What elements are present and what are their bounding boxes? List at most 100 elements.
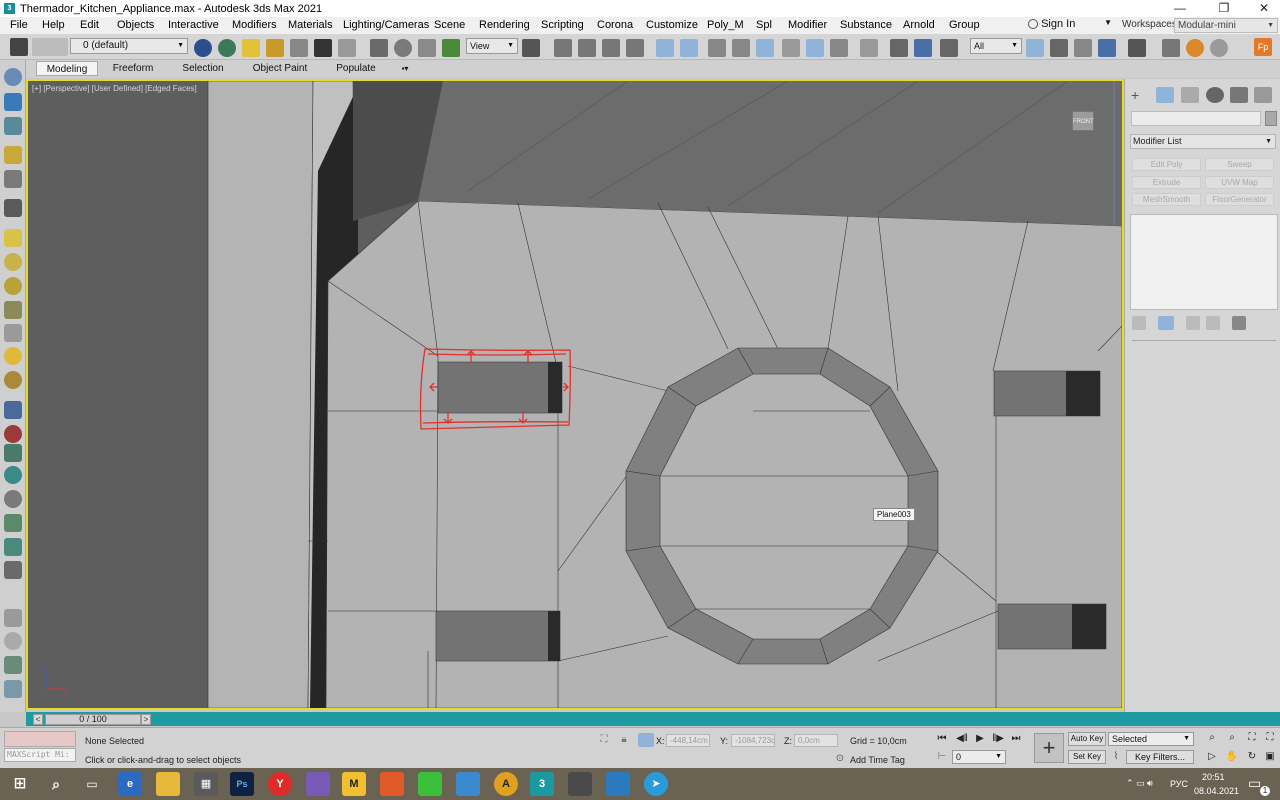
zoom-icon[interactable]: ⌕ [1204,731,1220,745]
menu-scripting[interactable]: Scripting [541,19,584,31]
layers-icon[interactable] [290,39,308,57]
pivot-icon[interactable] [522,39,540,57]
lock-icon[interactable]: 🔒︎ [616,733,632,747]
timeline-bar[interactable] [26,712,1280,726]
time-tag-icon[interactable]: ⊙ [832,752,848,766]
isolate-icon[interactable]: ⛶ [596,733,612,747]
file-explorer-icon[interactable] [156,772,180,796]
key-filters-button[interactable]: Key Filters... [1126,750,1194,764]
particle-icon[interactable] [4,425,22,443]
close-button[interactable]: ✕ [1244,0,1280,17]
pan-icon[interactable]: ✋ [1224,750,1240,764]
zoom-extents-all-icon[interactable]: ⛶ [1262,731,1278,745]
orbit-icon[interactable]: ↻ [1244,750,1260,764]
menu-arnold[interactable]: Arnold [903,19,935,31]
percent-snap-icon[interactable] [602,39,620,57]
scatter-icon[interactable] [4,538,22,556]
globe-icon[interactable] [218,39,236,57]
language-indicator[interactable]: РУС [1170,779,1188,789]
snap-options-icon[interactable] [656,39,674,57]
selection-set-dropdown[interactable]: Selected ▼ [1108,732,1194,746]
edit-poly-button[interactable]: Edit Poly [1132,158,1201,171]
select-object-icon[interactable] [1026,39,1044,57]
viber-icon[interactable] [306,772,330,796]
time-next-button[interactable]: > [141,714,151,725]
search-icon[interactable]: ⌕ [44,772,68,796]
snap-toggle-icon[interactable] [554,39,572,57]
office-icon[interactable] [380,772,404,796]
phone-icon[interactable] [418,772,442,796]
z-coordinate-field[interactable]: 0,0cm [794,734,838,747]
select-by-name-icon[interactable] [1050,39,1068,57]
tree-icon[interactable] [4,514,22,532]
tab-modeling[interactable]: Modeling [36,61,98,76]
goto-end-icon[interactable]: ⏭ [1008,732,1024,746]
configure-sets-icon[interactable] [1232,316,1246,330]
menu-customize[interactable]: Customize [646,19,698,31]
maxscript-input[interactable]: MAXScript Mi: [4,748,76,762]
undo-redo-icon[interactable] [10,38,28,56]
yandex-icon[interactable]: Y [268,772,292,796]
face-snap-icon[interactable] [806,39,824,57]
frame-icon[interactable] [4,680,22,698]
menu-rendering[interactable]: Rendering [479,19,530,31]
current-frame-field[interactable]: 0 ▼ [952,750,1006,764]
place-icon[interactable] [442,39,460,57]
viewport-label[interactable]: [+] [Perspective] [User Defined] [Edged … [32,84,197,93]
maximize-viewport-icon[interactable]: ▣ [1262,750,1278,764]
spinner-snap-icon[interactable] [626,39,644,57]
align-icon[interactable] [914,39,932,57]
display-tab-icon[interactable] [1230,87,1248,103]
grid-snap-icon[interactable] [860,39,878,57]
corona-icon[interactable]: A [494,772,518,796]
tab-selection[interactable]: Selection [172,61,234,76]
absolute-mode-icon[interactable] [638,733,654,747]
object-color-swatch[interactable] [1265,111,1277,126]
tab-freeform[interactable]: Freeform [104,61,162,76]
menu-help[interactable]: Help [42,19,65,31]
modifier-stack[interactable] [1130,214,1278,310]
clock-time[interactable]: 20:51 [1202,772,1225,782]
zoom-all-icon[interactable]: ⌕ [1224,731,1240,745]
circle-icon[interactable] [4,632,22,650]
show-end-result-icon[interactable] [1158,316,1174,330]
play-icon[interactable]: ▶ [972,732,988,746]
goto-start-icon[interactable]: ⏮ [934,732,950,746]
app-window-icon[interactable] [456,772,480,796]
qr-icon[interactable] [194,39,212,57]
default-tangent-icon[interactable]: ⌇ [1108,750,1124,764]
spacewarp-icon[interactable] [4,199,22,217]
torus-icon[interactable] [4,277,22,295]
move-icon[interactable] [370,39,388,57]
menu-lighting-cameras[interactable]: Lighting/Cameras [343,19,429,31]
scale-icon[interactable] [418,39,436,57]
menu-interactive[interactable]: Interactive [168,19,219,31]
y-coordinate-field[interactable]: -1084,723c [731,734,775,747]
layer-toggle-icons[interactable] [32,38,68,56]
menu-substance[interactable]: Substance [840,19,892,31]
teapot-icon[interactable] [4,301,22,319]
workspace-select[interactable]: Modular-mini ▼ [1174,18,1278,33]
time-slider[interactable]: 0 / 100 [45,714,141,725]
coins-icon[interactable] [266,39,284,57]
windows-start-icon[interactable]: ⊞ [8,772,32,796]
meshsmooth-button[interactable]: MeshSmooth [1132,193,1201,206]
task-view-icon[interactable]: ▭ [80,772,104,796]
pin-stack-icon[interactable] [1132,316,1146,330]
set-key-button[interactable]: Set Key [1068,750,1106,764]
photos-icon[interactable] [568,772,592,796]
auto-key-button[interactable]: Auto Key [1068,732,1106,746]
render-frame-icon[interactable] [1210,39,1228,57]
menu-materials[interactable]: Materials [288,19,333,31]
menu-edit[interactable]: Edit [80,19,99,31]
utilities-tab-icon[interactable] [1254,87,1272,103]
mirror-icon[interactable] [890,39,908,57]
edge-browser-icon[interactable]: e [118,772,142,796]
select-icon[interactable] [314,39,332,57]
magnet-icon[interactable] [756,39,774,57]
new-key-button[interactable]: + [1034,733,1064,763]
next-frame-icon[interactable]: ‖▶ [990,732,1006,746]
target-icon[interactable] [4,371,22,389]
angle-snap-icon[interactable] [578,39,596,57]
rotate-icon[interactable] [394,39,412,57]
